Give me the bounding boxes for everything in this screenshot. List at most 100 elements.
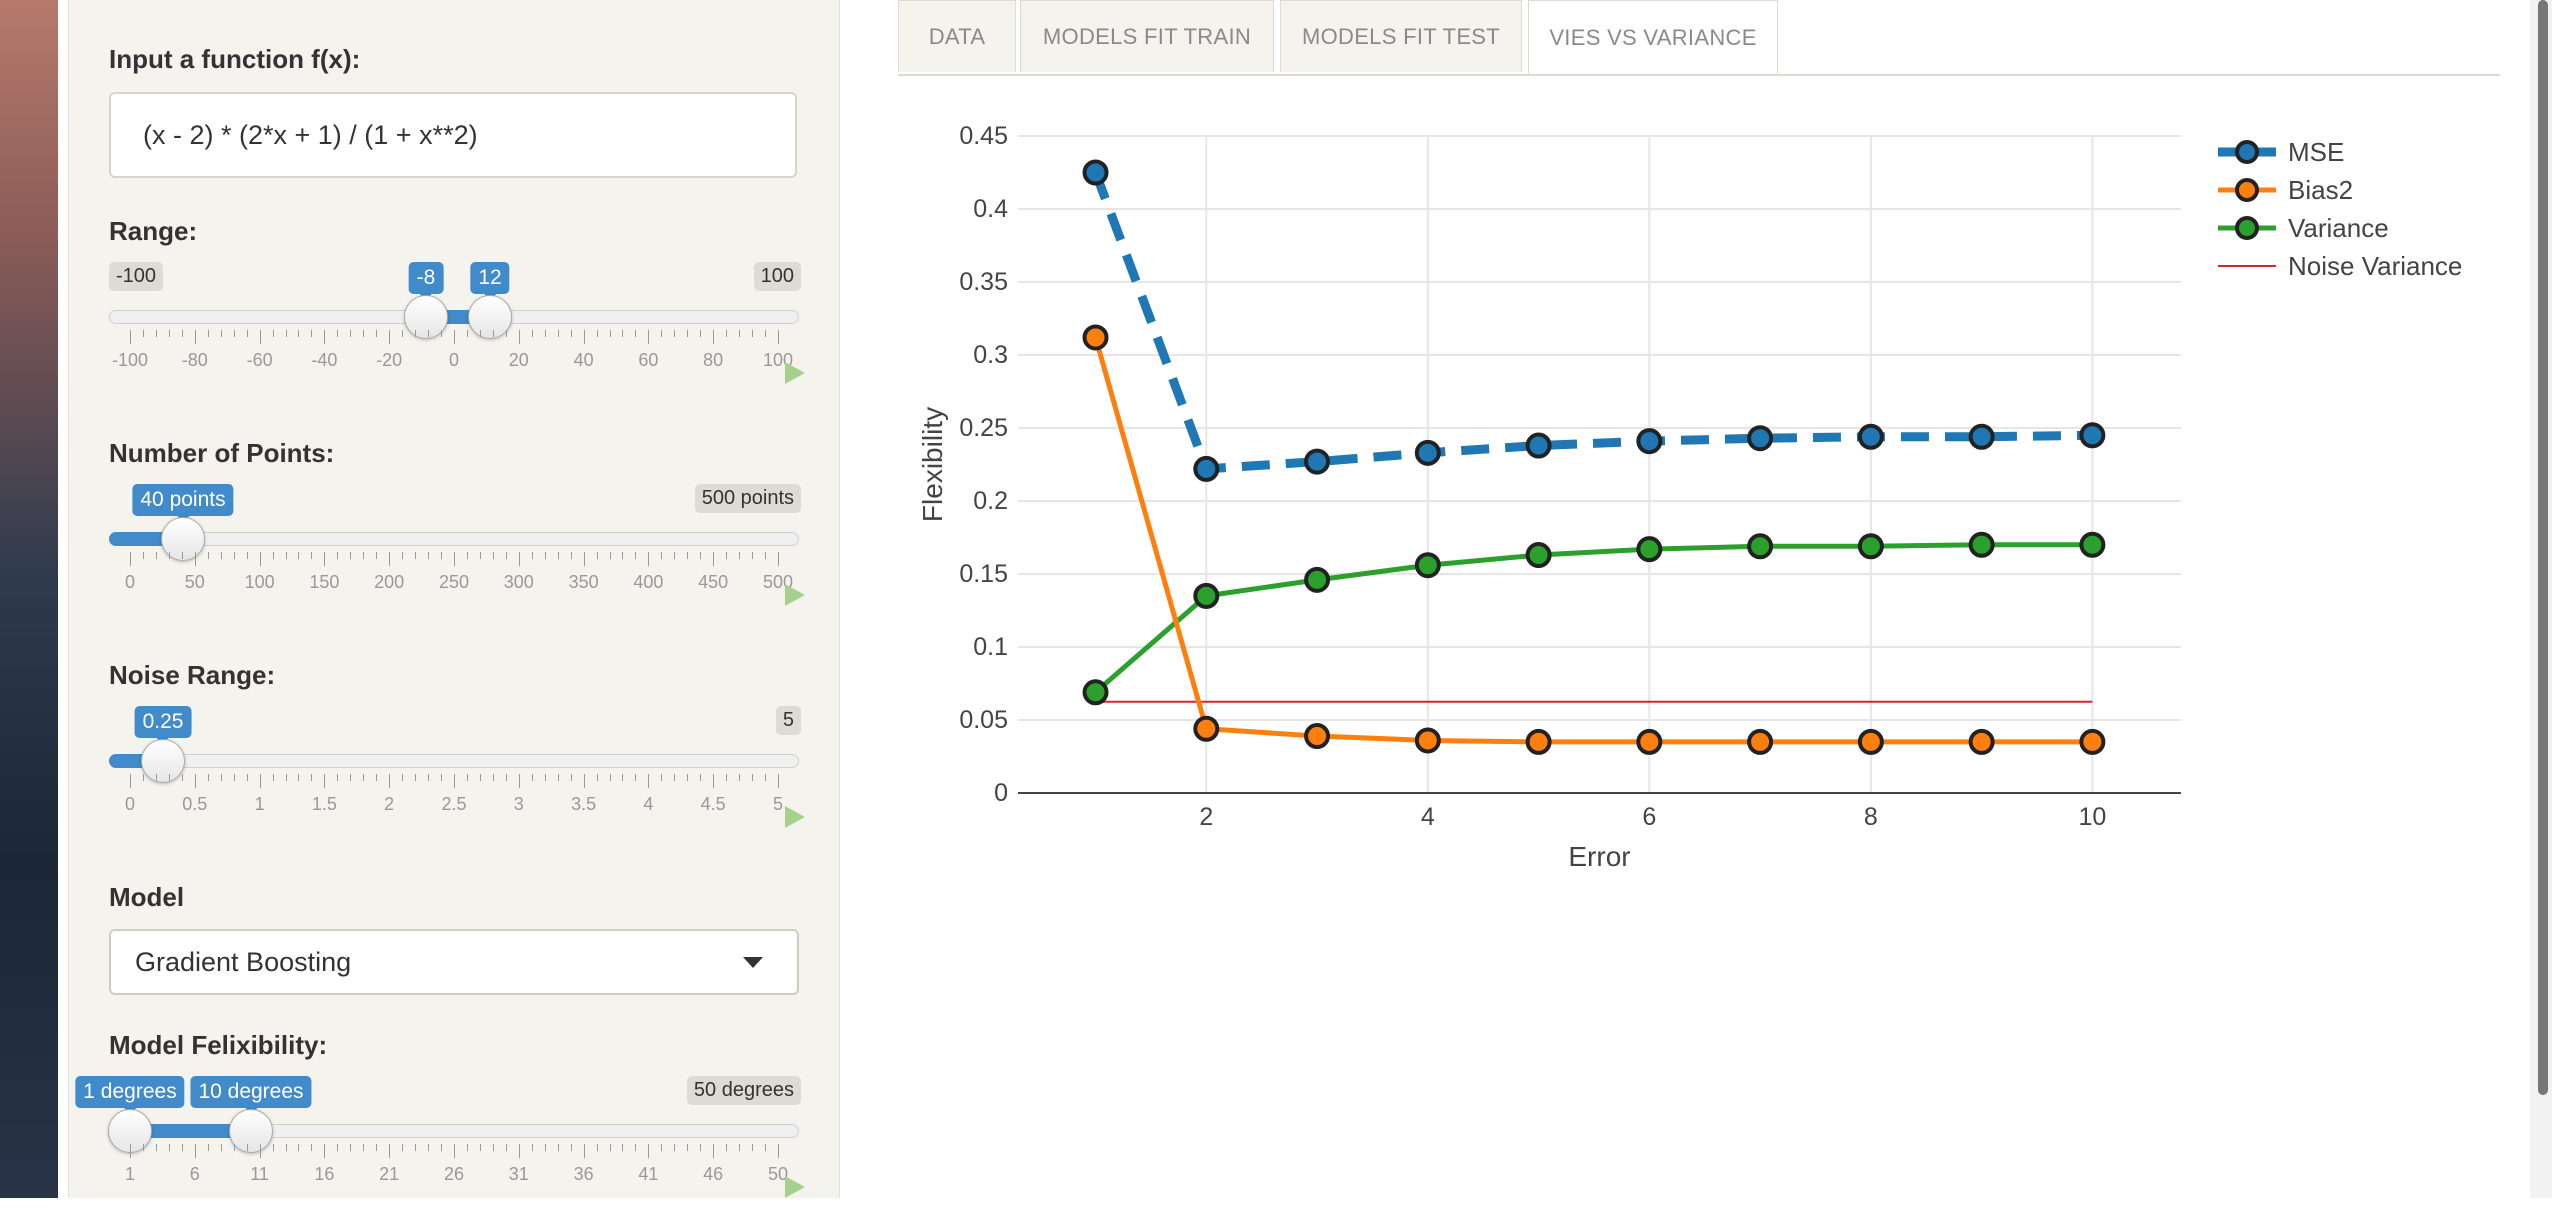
tab-data[interactable]: DATA xyxy=(898,0,1016,72)
slider-tick-mark xyxy=(402,1144,404,1151)
slider-tick-mark xyxy=(635,330,637,337)
range-slider[interactable]: -100 100 -8 12 -100 -80 -60 -40 -20 0 20 40 60 80… xyxy=(109,262,805,394)
slider-tick-mark xyxy=(765,330,767,337)
y-tick-label: 0.4 xyxy=(973,195,1008,223)
slider-tick-mark xyxy=(466,774,468,781)
slider-tick-mark xyxy=(622,1144,624,1151)
slider-tick-mark xyxy=(752,774,754,781)
y-tick-label: 0.1 xyxy=(973,633,1008,661)
slider-tick-mark xyxy=(622,552,624,559)
slider-tick-label: 36 xyxy=(573,1164,594,1184)
legend-label: Variance xyxy=(2288,213,2389,243)
slider-tick-mark xyxy=(363,1144,365,1151)
slider-tick-mark xyxy=(635,552,637,559)
slider-tick-mark xyxy=(220,1144,222,1151)
slider-tick-mark xyxy=(674,1144,676,1151)
slider-tick-label: 0 xyxy=(124,794,136,814)
data-point-bias2 xyxy=(2079,728,2106,755)
slider-tick-mark xyxy=(181,330,183,337)
slider-tick-mark xyxy=(700,330,702,337)
slider-tick-mark xyxy=(428,330,430,337)
points-track[interactable] xyxy=(109,532,799,546)
slider-tick-mark xyxy=(181,1144,183,1151)
slider-tick-label: -20 xyxy=(376,350,403,370)
slider-tick-mark xyxy=(739,1144,741,1151)
slider-tick-mark xyxy=(259,774,261,788)
slider-tick-mark xyxy=(674,330,676,337)
slider-tick-mark xyxy=(544,774,546,781)
data-point-mse xyxy=(1747,425,1774,452)
points-slider[interactable]: 500 points 40 points 0 50 100 150 200 250 300 3… xyxy=(109,484,805,616)
slider-tick-mark xyxy=(492,330,494,337)
slider-tick-mark xyxy=(428,552,430,559)
x-tick-label: 4 xyxy=(1421,803,1435,831)
data-point-mse xyxy=(2079,422,2106,449)
slider-tick-label: 0.5 xyxy=(182,794,208,814)
tab-vies-vs-variance[interactable]: VIES VS VARIANCE xyxy=(1528,0,1778,74)
data-point-bias2 xyxy=(1304,723,1331,750)
noise-slider[interactable]: 5 0.25 0 0.5 1 1.5 2 2.5 3 3.5 4 4.5 5 xyxy=(109,706,805,838)
data-point-bias2 xyxy=(1636,728,1663,755)
flex-ticks: 1 6 11 16 21 26 31 36 41 46 50 xyxy=(109,1144,799,1184)
slider-tick-label: 41 xyxy=(638,1164,659,1184)
noise-value: 0.25 xyxy=(134,706,192,744)
slider-tick-label: 200 xyxy=(374,572,405,592)
slider-tick-mark xyxy=(142,1144,144,1151)
slider-tick-mark xyxy=(142,774,144,781)
legend-item-mse: MSE xyxy=(2218,137,2344,167)
slider-tick-mark xyxy=(337,330,339,337)
flex-slider[interactable]: 50 degrees 1 degrees 10 degrees 1 6 11 16 21… xyxy=(75,1076,805,1208)
noise-play-icon[interactable] xyxy=(785,806,805,828)
slider-tick-mark xyxy=(194,1144,196,1158)
y-tick-label: 0.15 xyxy=(959,560,1008,588)
slider-tick-mark xyxy=(389,774,391,788)
slider-tick-mark xyxy=(531,774,533,781)
slider-tick-label: 60 xyxy=(638,350,659,370)
flex-play-icon[interactable] xyxy=(785,1176,805,1198)
series-line-mse xyxy=(1091,170,2093,474)
tab-models-fit-train[interactable]: MODELS FIT TRAIN xyxy=(1020,0,1274,72)
slider-tick-mark xyxy=(337,552,339,559)
x-tick-label: 8 xyxy=(1864,803,1878,831)
slider-tick-mark xyxy=(739,330,741,337)
slider-tick-mark xyxy=(454,552,455,566)
slider-tick-mark xyxy=(324,774,326,788)
legend-item-bias2: Bias2 xyxy=(2218,175,2353,205)
y-tick-label: 0.35 xyxy=(959,268,1008,296)
slider-tick-mark xyxy=(233,330,235,337)
slider-tick-mark xyxy=(713,552,715,566)
y-axis-title: Flexibility xyxy=(917,407,948,522)
noise-track[interactable] xyxy=(109,754,799,768)
slider-tick-mark xyxy=(518,552,520,566)
slider-tick-mark xyxy=(687,552,689,559)
function-input[interactable]: (x - 2) * (2*x + 1) / (1 + x**2) xyxy=(109,92,797,178)
range-play-icon[interactable] xyxy=(785,362,805,384)
x-tick-label: 6 xyxy=(1642,803,1656,831)
noise-ticks: 0 0.5 1 1.5 2 2.5 3 3.5 4 4.5 5 xyxy=(109,774,799,814)
data-point-variance xyxy=(1968,531,1995,558)
slider-tick-mark xyxy=(454,1144,455,1158)
data-point-bias2 xyxy=(1414,727,1441,754)
slider-tick-mark xyxy=(220,774,222,781)
model-selected-value: Gradient Boosting xyxy=(135,946,352,977)
slider-tick-mark xyxy=(298,774,300,781)
range-min-label: -100 xyxy=(109,262,164,291)
slider-tick-mark xyxy=(376,1144,378,1151)
scrollbar-thumb[interactable] xyxy=(2538,0,2548,1095)
tab-models-fit-test[interactable]: MODELS FIT TEST xyxy=(1280,0,1522,72)
window-scrollbar[interactable] xyxy=(2530,0,2552,1198)
function-label: Input a function f(x): xyxy=(109,44,361,74)
chevron-down-icon[interactable] xyxy=(743,957,763,968)
model-select[interactable]: Gradient Boosting xyxy=(109,929,799,995)
slider-tick-label: 3.5 xyxy=(571,794,597,814)
slider-tick-mark xyxy=(246,330,248,337)
slider-tick-mark xyxy=(194,552,196,566)
slider-tick-mark xyxy=(155,774,157,781)
slider-tick-mark xyxy=(466,552,468,559)
slider-tick-mark xyxy=(220,552,222,559)
points-play-icon[interactable] xyxy=(785,584,805,606)
slider-tick-mark xyxy=(505,552,507,559)
slider-tick-mark xyxy=(596,552,598,559)
slider-tick-label: 16 xyxy=(314,1164,335,1184)
slider-tick-mark xyxy=(181,552,183,559)
